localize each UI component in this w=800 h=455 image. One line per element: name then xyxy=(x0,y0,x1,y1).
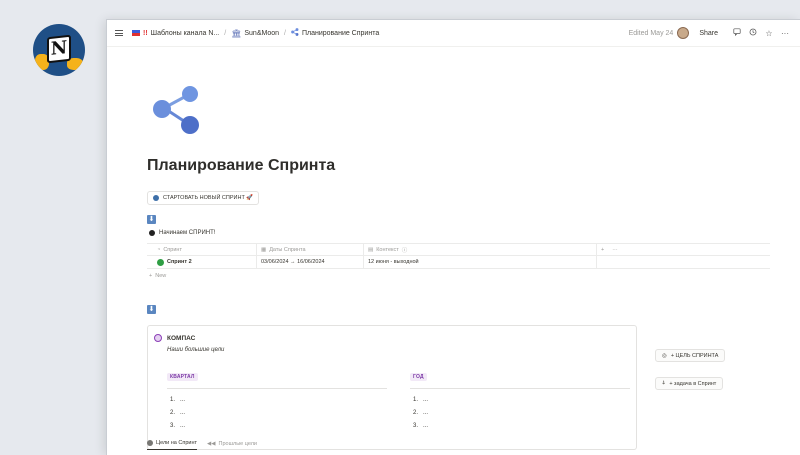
info-icon: ⓘ xyxy=(401,247,408,254)
year-column: ГОД 1.... 2.... 3.... xyxy=(410,365,630,432)
history-icon[interactable] xyxy=(746,28,760,38)
flag-icon xyxy=(132,30,140,36)
sprint-table: ◔ Спринт ▦ Даты Спринта ▤ Контекст ⓘ + ·… xyxy=(147,243,770,282)
title-icon: ◔ xyxy=(157,246,161,253)
bank-icon: 🏛 xyxy=(231,28,242,38)
page-title: Планирование Спринта xyxy=(147,157,336,174)
share-button[interactable]: Share xyxy=(699,30,718,37)
rewind-icon: ◀◀ xyxy=(207,440,216,447)
person-icon: ⍋ xyxy=(662,380,666,386)
column-header-context[interactable]: ▤ Контекст ⓘ xyxy=(364,244,597,255)
compass-icon xyxy=(154,334,162,342)
breadcrumb-item-templates[interactable]: !! Шаблоны канала N... xyxy=(132,30,219,37)
quarter-column: КВАРТАЛ 1.... 2.... 3.... xyxy=(167,365,387,432)
share-nodes-icon xyxy=(291,28,299,38)
compass-subtitle: Наши большие цели xyxy=(167,347,225,353)
sprint-context: 12 июня - выходной xyxy=(368,259,419,265)
app-window: !! Шаблоны канала N... / 🏛 Sun&Moon / Пл… xyxy=(107,20,800,455)
table-options-button[interactable]: ··· xyxy=(612,247,618,253)
edited-timestamp: Edited May 24 xyxy=(628,29,674,37)
view-tabs: Цели на Спринт ◀◀ Прошлые цели xyxy=(147,440,257,450)
start-sprint-button[interactable]: СТАРТОВАТЬ НОВЫЙ СПРИНТ 🚀 xyxy=(147,191,260,205)
sprint-name[interactable]: Спринт 2 xyxy=(167,259,192,265)
circle-icon xyxy=(147,440,153,446)
comment-icon[interactable] xyxy=(730,28,744,38)
list-item[interactable]: 2.... xyxy=(167,406,387,419)
breadcrumb-item-sunmoon[interactable]: 🏛 Sun&Moon xyxy=(231,29,279,38)
tab-past-goals[interactable]: ◀◀ Прошлые цели xyxy=(207,440,257,450)
calendar-icon: ▦ xyxy=(261,246,267,253)
list-item[interactable]: 1.... xyxy=(167,393,387,406)
circle-icon xyxy=(153,195,159,201)
add-property-button[interactable]: + xyxy=(601,247,604,253)
notion-logo: N xyxy=(33,24,85,76)
table-row[interactable]: Спринт 2 03/06/2024 → 16/06/2024 12 июня… xyxy=(147,256,770,269)
star-icon[interactable]: ☆ xyxy=(762,29,776,38)
list-item[interactable]: 2.... xyxy=(410,406,630,419)
list-item[interactable]: 1.... xyxy=(410,393,630,406)
more-icon[interactable]: ··· xyxy=(778,29,792,38)
sprint-dates: 03/06/2024 → 16/06/2024 xyxy=(261,259,325,265)
new-row-button[interactable]: + New xyxy=(147,269,770,282)
list-item[interactable]: 3.... xyxy=(167,419,387,432)
column-header-dates[interactable]: ▦ Даты Спринта xyxy=(257,244,364,255)
black-circle-icon xyxy=(149,230,155,236)
quarter-chip: КВАРТАЛ xyxy=(167,373,198,381)
column-header-sprint[interactable]: ◔ Спринт xyxy=(147,244,257,255)
arrow-down-icon: ⬇ xyxy=(147,305,156,314)
add-sprint-goal-button[interactable]: ◎ + ЦЕЛЬ СПРИНТА xyxy=(655,349,726,362)
compass-header: КОМПАС xyxy=(154,334,195,342)
compass-callout: КОМПАС Наши большие цели КВАРТАЛ 1.... 2… xyxy=(147,325,637,450)
arrow-down-icon: ⬇ xyxy=(147,215,156,224)
breadcrumb-item-current[interactable]: Планирование Спринта xyxy=(291,28,379,38)
top-bar: !! Шаблоны канала N... / 🏛 Sun&Moon / Пл… xyxy=(107,20,800,47)
add-sprint-task-button[interactable]: ⍋ + задача в Спринт xyxy=(655,377,724,390)
avatar[interactable] xyxy=(677,27,690,39)
share-nodes-icon[interactable] xyxy=(152,85,202,140)
toggle-start-sprint[interactable]: Начинаем СПРИНТ! xyxy=(149,230,215,236)
text-property-icon: ▤ xyxy=(368,246,374,253)
menu-icon[interactable] xyxy=(115,30,123,36)
green-circle-icon xyxy=(157,258,164,266)
year-chip: ГОД xyxy=(410,373,427,381)
table-header: ◔ Спринт ▦ Даты Спринта ▤ Контекст ⓘ + ·… xyxy=(147,243,770,256)
list-item[interactable]: 3.... xyxy=(410,419,630,432)
tab-sprint-goals[interactable]: Цели на Спринт xyxy=(147,440,198,450)
plus-icon: + xyxy=(149,272,153,279)
target-icon: ◎ xyxy=(662,352,667,359)
